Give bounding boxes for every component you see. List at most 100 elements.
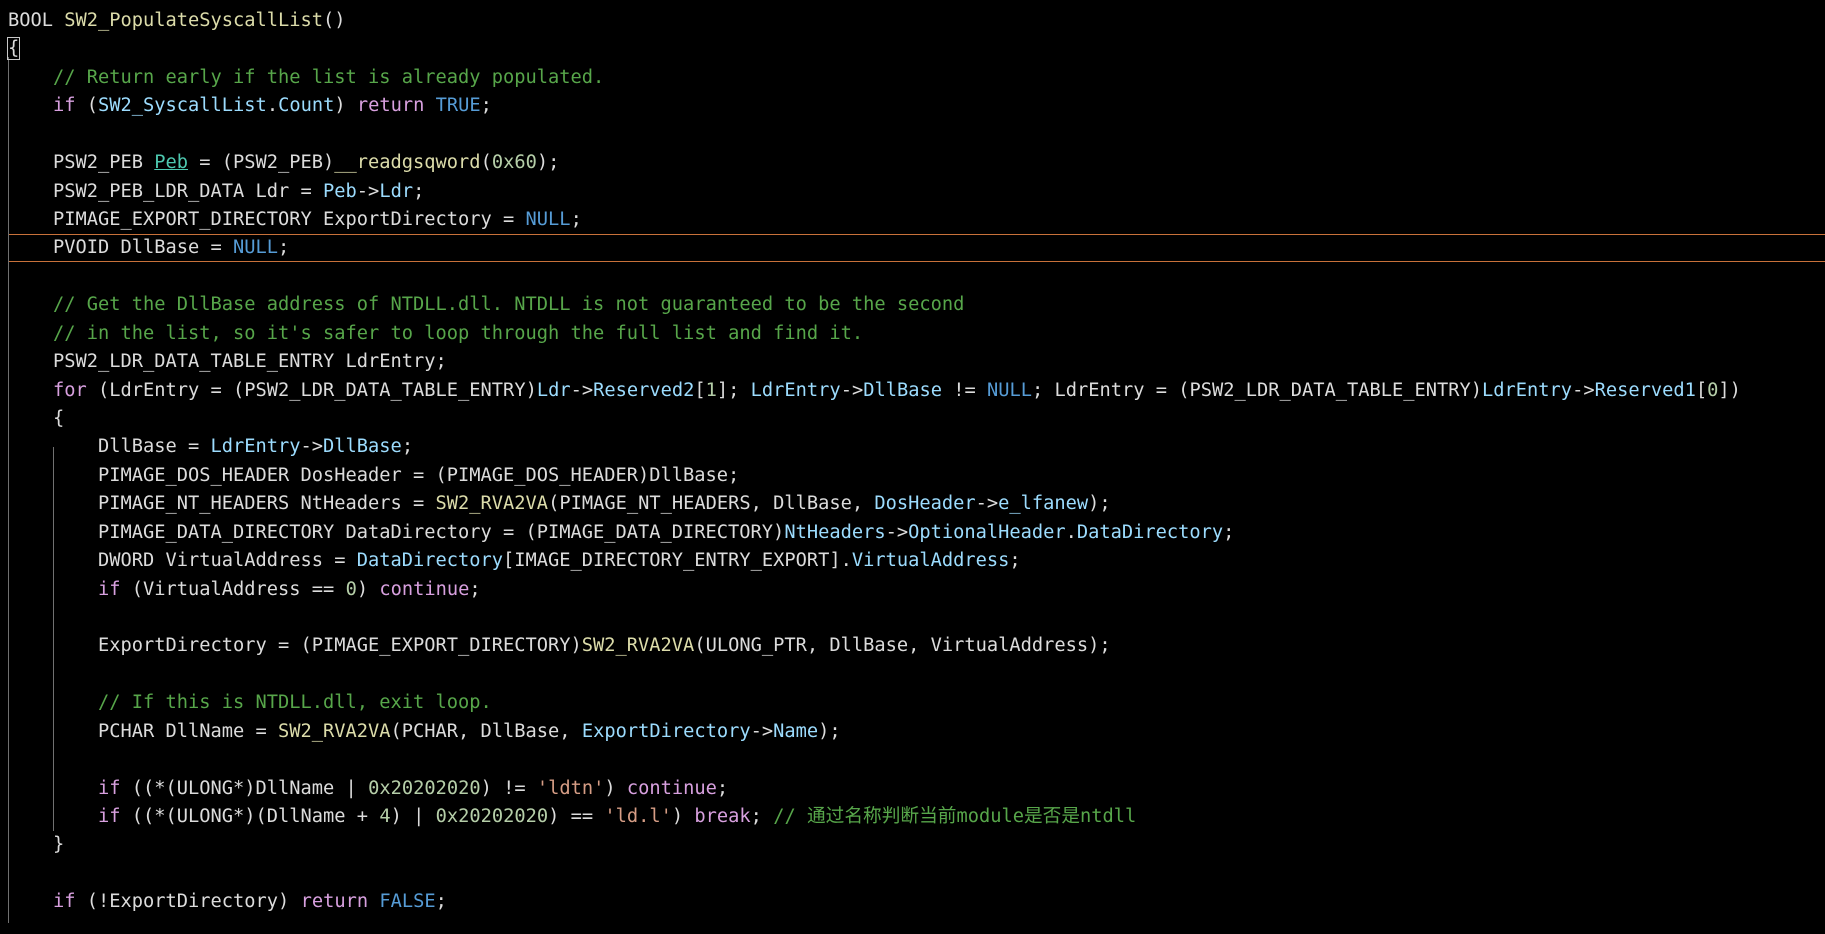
code-line[interactable]: BOOL SW2_PopulateSyscallList() [8,7,346,35]
code-line[interactable]: if (VirtualAddress == 0) continue; [8,576,481,604]
code-token: ); [536,152,560,174]
code-token: PIMAGE_DATA_DIRECTORY DataDirectory = (P… [8,521,785,543]
code-line[interactable]: if ((*(ULONG*)DllName | 0x20202020) != '… [8,775,728,803]
code-line[interactable]: PIMAGE_NT_HEADERS NtHeaders = SW2_RVA2VA… [8,490,1111,518]
code-token: PIMAGE_DOS_HEADER DosHeader = (PIMAGE_DO… [8,464,740,486]
code-line[interactable]: { [8,405,64,433]
code-token: NULL [525,209,571,230]
code-line[interactable]: PSW2_LDR_DATA_TABLE_ENTRY LdrEntry; [8,348,447,376]
code-line[interactable]: { [6,35,21,63]
code-token: DWORD VirtualAddress = [8,550,357,572]
code-token: ) != [480,777,537,799]
code-line[interactable]: DWORD VirtualAddress = DataDirectory[IMA… [8,547,1021,575]
code-line[interactable]: if (!ExportDirectory) return FALSE; [8,888,447,916]
code-token: ) [356,578,380,600]
code-token: LdrEntry [1482,379,1573,401]
code-token: != [941,379,987,401]
code-token: () [323,10,346,31]
code-token: ExportDirectory [581,720,751,742]
code-token: // Return early if the list is already p… [53,66,605,88]
code-token: OptionalHeader [908,521,1066,543]
code-token: ) [334,95,357,117]
code-token: [ [694,379,706,401]
code-token: ; [413,180,425,202]
code-token: ]) [1718,379,1741,401]
code-token: NULL [986,379,1032,401]
code-token: 4 [379,806,391,828]
code-line[interactable]: // Get the DllBase address of NTDLL.dll.… [8,291,964,319]
code-token: ; [480,95,492,117]
code-line[interactable]: } [8,831,64,859]
code-token: 0 [345,578,357,600]
code-token: ((*(ULONG*)DllName | [120,777,369,799]
code-line[interactable]: for (LdrEntry = (PSW2_LDR_DATA_TABLE_ENT… [8,377,1741,405]
code-token: . [1065,521,1077,543]
code-token: FALSE [379,891,436,913]
code-line[interactable]: PSW2_PEB Peb = (PSW2_PEB)__readgsqword(0… [8,149,559,177]
code-token: Count [278,95,335,117]
code-line[interactable]: PSW2_PEB_LDR_DATA Ldr = Peb->Ldr; [8,178,424,206]
code-line[interactable]: // If this is NTDLL.dll, exit loop. [8,689,492,717]
code-token: -> [300,436,324,458]
code-line[interactable]: ExportDirectory = (PIMAGE_EXPORT_DIRECTO… [8,632,1111,660]
code-token: -> [356,180,380,202]
code-token: break [694,806,751,828]
code-token: PVOID DllBase = [8,237,234,259]
code-line[interactable]: PIMAGE_EXPORT_DIRECTORY ExportDirectory … [8,206,582,234]
code-line[interactable]: DllBase = LdrEntry->DllBase; [8,433,413,461]
code-token: ( [75,95,99,117]
code-token: 'ldtn' [536,777,605,799]
code-token: if [53,95,76,117]
code-token: SW2_PopulateSyscallList [64,10,324,31]
code-token: DllBase [323,436,402,458]
code-token: } [8,834,65,856]
code-token: -> [570,379,594,401]
code-token: ]; [716,379,751,401]
code-token: (VirtualAddress == [120,578,346,600]
code-token: [ [1695,379,1708,401]
code-token: SW2_RVA2VA [278,720,391,742]
code-token: ; [469,578,481,600]
code-line[interactable]: if ((*(ULONG*)(DllName + 4) | 0x20202020… [8,803,1136,831]
code-token: Ldr [536,379,571,401]
code-token: -> [975,493,999,515]
code-token: ( [480,152,492,174]
code-token: { [8,408,65,430]
code-token: PSW2_PEB_LDR_DATA Ldr = [8,180,324,202]
code-token: (PIMAGE_NT_HEADERS, DllBase, [548,493,875,515]
code-line[interactable]: // in the list, so it's safer to loop th… [8,320,863,348]
code-line[interactable]: PCHAR DllName = SW2_RVA2VA(PCHAR, DllBas… [8,718,841,746]
code-token: 0x20202020 [435,806,549,828]
code-token: PSW2_LDR_DATA_TABLE_ENTRY LdrEntry; [8,351,447,373]
code-line[interactable]: // Return early if the list is already p… [8,64,604,92]
code-token: // 通过名称判断当前module是否是ntdll [773,806,1137,828]
code-token: Reserved1 [1594,379,1696,401]
code-line[interactable]: PIMAGE_DOS_HEADER DosHeader = (PIMAGE_DO… [8,462,739,490]
code-token: if [98,806,121,828]
code-token: ((*(ULONG*)(DllName + [120,806,380,828]
code-token: __readgsqword [334,152,481,174]
code-editor[interactable]: BOOL SW2_PopulateSyscallList(){ // Retur… [0,0,1825,934]
code-token: return [300,891,369,913]
code-token: if [98,578,121,600]
code-token: ); [818,720,841,742]
code-line[interactable]: PVOID DllBase = NULL; [8,234,289,262]
code-token: Ldr [379,180,414,202]
code-token: ; [750,806,774,828]
code-token: = (PSW2_PEB) [188,152,335,174]
code-line[interactable]: PIMAGE_DATA_DIRECTORY DataDirectory = (P… [8,519,1234,547]
code-line[interactable]: if (SW2_SyscallList.Count) return TRUE; [8,92,492,120]
code-token: (PCHAR, DllBase, [390,720,582,742]
code-token: [IMAGE_DIRECTORY_ENTRY_EXPORT]. [503,550,852,572]
code-token: PIMAGE_NT_HEADERS NtHeaders = [8,493,436,515]
code-token: LdrEntry [210,436,301,458]
code-token: e_lfanew [998,493,1089,515]
code-token: -> [885,521,909,543]
code-token: ExportDirectory = (PIMAGE_EXPORT_DIRECTO… [8,635,582,657]
